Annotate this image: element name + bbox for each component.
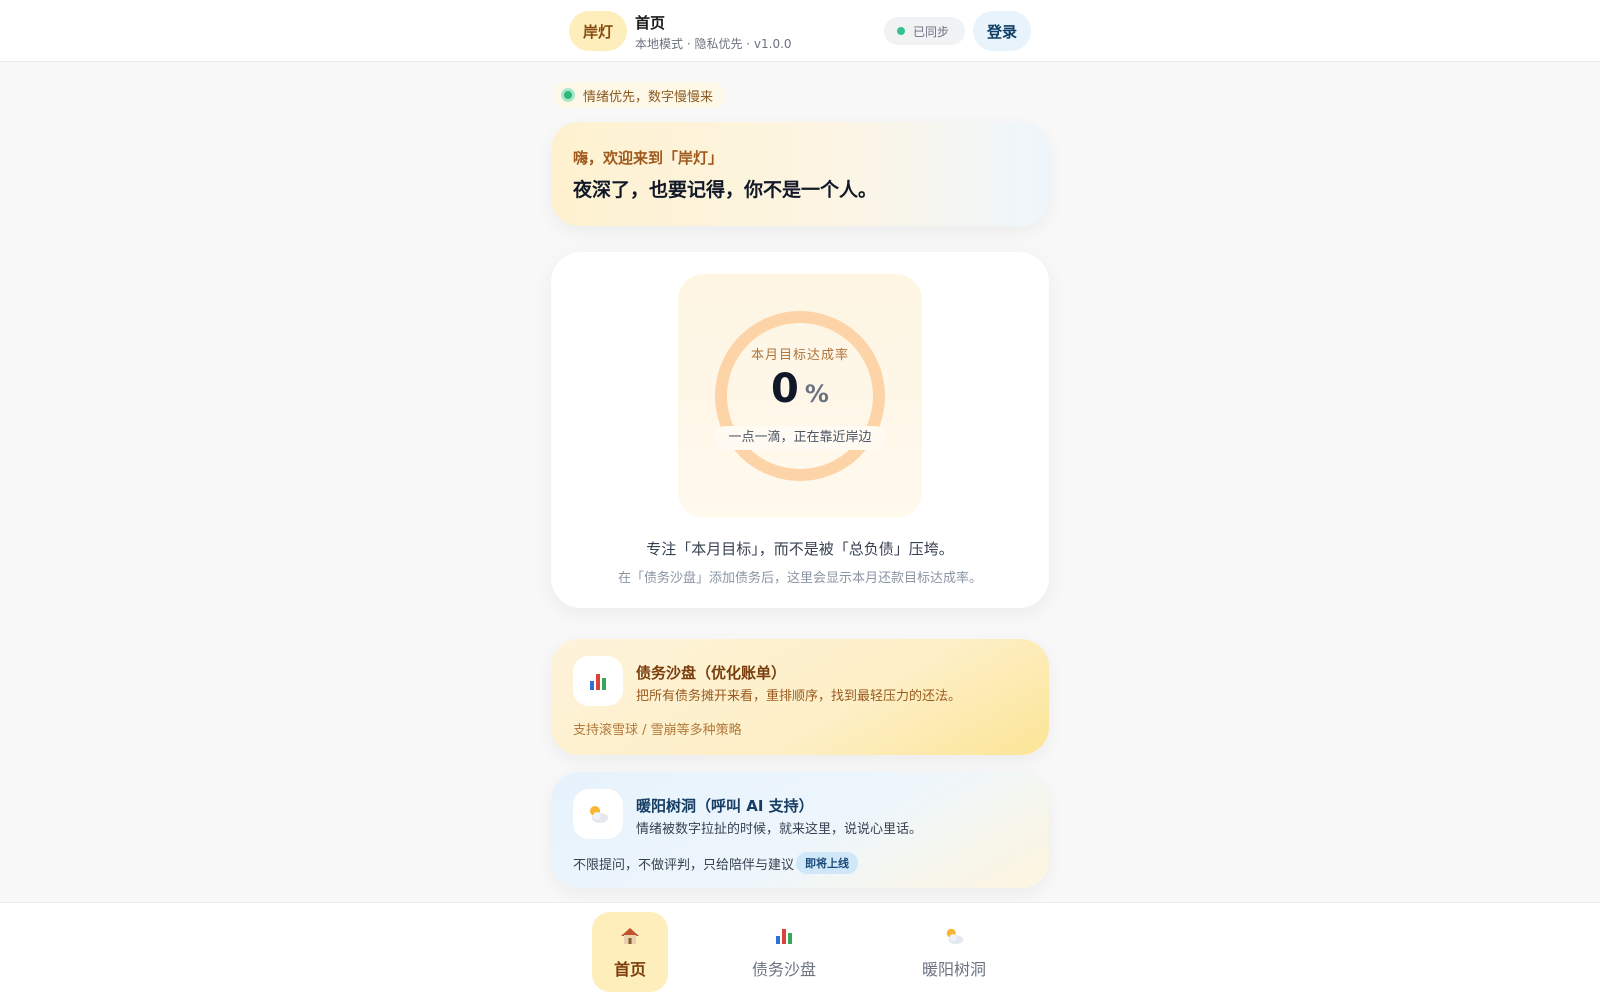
monthly-goal-card: 本月目标达成率 0% 一点一滴，正在靠近岸边 专注「本月目标」，而不是被「总负债…	[551, 252, 1049, 608]
nav-item-home[interactable]: 首页	[592, 912, 668, 992]
tree-hollow-title: 暖阳树洞（呼叫 AI 支持）	[636, 797, 814, 815]
goal-percent-unit: %	[804, 380, 829, 408]
bar-chart-icon	[573, 656, 623, 706]
welcome-card: 嗨，欢迎来到「岸灯」 夜深了，也要记得，你不是一个人。	[551, 122, 1049, 226]
goal-value: 0%	[678, 366, 922, 412]
welcome-greeting: 嗨，欢迎来到「岸灯」	[573, 149, 724, 167]
page-subtitle: 本地模式 · 隐私优先 · v1.0.0	[635, 37, 792, 51]
tree-hollow-foot-text: 不限提问，不做评判，只给陪伴与建议	[573, 857, 795, 873]
goal-percent-number: 0	[771, 366, 799, 412]
nav-item-tree-hollow[interactable]: 暖阳树洞	[914, 912, 994, 992]
tree-hollow-foot: 不限提问，不做评判，只给陪伴与建议 即将上线	[573, 852, 859, 874]
sync-status-label: 已同步	[913, 24, 950, 39]
login-button[interactable]: 登录	[973, 11, 1031, 51]
status-dot-icon	[561, 88, 575, 102]
sync-dot-icon	[897, 27, 905, 35]
debt-sandbox-title: 债务沙盘（优化账单）	[636, 664, 787, 682]
debt-sandbox-foot: 支持滚雪球 / 雪崩等多种策略	[573, 723, 742, 738]
page-title: 首页	[635, 14, 666, 32]
tree-hollow-desc: 情绪被数字拉扯的时候，就来这里，说说心里话。	[636, 822, 923, 837]
sun-behind-cloud-icon	[943, 926, 965, 948]
welcome-message: 夜深了，也要记得，你不是一个人。	[573, 179, 878, 201]
nav-label-debt-sandbox: 债务沙盘	[751, 960, 816, 979]
tagline-text: 情绪优先，数字慢慢来	[583, 89, 714, 105]
bottom-navigation: 首页 债务沙盘 暖阳树洞	[0, 902, 1600, 1000]
goal-caption: 一点一滴，正在靠近岸边	[714, 426, 886, 450]
house-icon	[620, 926, 640, 948]
app-logo[interactable]: 岸灯	[569, 11, 627, 51]
goal-main-text: 专注「本月目标」，而不是被「总负债」压垮。	[646, 540, 954, 558]
goal-hint-text: 在「债务沙盘」添加债务后，这里会显示本月还款目标达成率。	[617, 571, 982, 586]
goal-label: 本月目标达成率	[750, 348, 849, 363]
top-header: 岸灯 首页 本地模式 · 隐私优先 · v1.0.0 已同步 登录	[0, 0, 1600, 62]
goal-ring-panel: 本月目标达成率 0% 一点一滴，正在靠近岸边	[678, 274, 922, 518]
tagline-pill: 情绪优先，数字慢慢来	[553, 82, 726, 108]
sync-status-badge: 已同步	[884, 17, 965, 45]
tree-hollow-card[interactable]: 暖阳树洞（呼叫 AI 支持） 情绪被数字拉扯的时候，就来这里，说说心里话。 不限…	[551, 772, 1049, 888]
bar-chart-icon	[776, 926, 792, 948]
nav-item-debt-sandbox[interactable]: 债务沙盘	[746, 912, 822, 992]
nav-label-tree-hollow: 暖阳树洞	[921, 960, 986, 979]
nav-label-home: 首页	[613, 960, 646, 979]
sun-behind-cloud-icon	[573, 789, 623, 839]
coming-soon-badge: 即将上线	[796, 852, 859, 874]
debt-sandbox-desc: 把所有债务摊开来看，重排顺序，找到最轻压力的还法。	[636, 689, 962, 704]
debt-sandbox-card[interactable]: 债务沙盘（优化账单） 把所有债务摊开来看，重排顺序，找到最轻压力的还法。 支持滚…	[551, 639, 1049, 755]
